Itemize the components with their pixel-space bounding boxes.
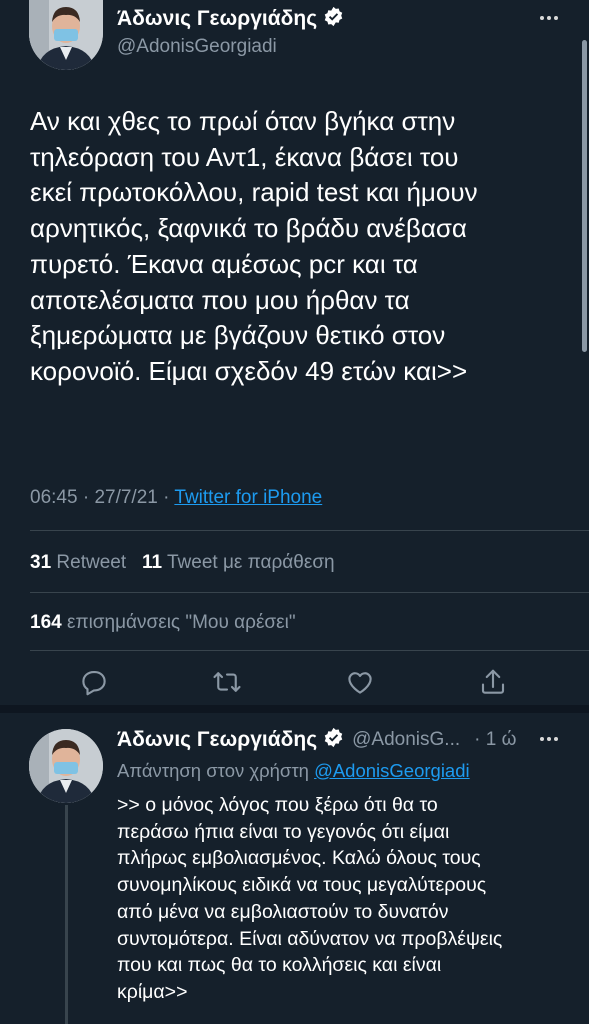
avatar[interactable] bbox=[29, 0, 103, 70]
reply-author-row: Άδωνις Γεωργιάδης @AdonisG... · 1 ώ bbox=[117, 727, 516, 753]
scrollbar[interactable] bbox=[582, 40, 587, 352]
retweet-count[interactable]: 31 bbox=[30, 552, 51, 573]
reply-icon[interactable] bbox=[79, 667, 109, 697]
divider bbox=[30, 530, 589, 531]
retweet-icon[interactable] bbox=[212, 667, 242, 697]
replying-to: Απάντηση στον χρήστη @AdonisGeorgiadi bbox=[117, 760, 470, 782]
reply-author-name[interactable]: Άδωνις Γεωργιάδης bbox=[117, 728, 317, 752]
verified-badge-icon bbox=[323, 727, 344, 753]
like-label[interactable]: επισημάνσεις "Μου αρέσει" bbox=[67, 612, 296, 633]
thread-line bbox=[65, 805, 68, 1024]
tweet-time: 06:45 bbox=[30, 487, 78, 508]
tweet-text: Αν και χθες το πρωί όταν βγήκα στην τηλε… bbox=[30, 106, 478, 386]
like-icon[interactable] bbox=[345, 667, 375, 697]
avatar[interactable] bbox=[29, 729, 103, 803]
like-count[interactable]: 164 bbox=[30, 612, 62, 633]
replying-to-handle[interactable]: @AdonisGeorgiadi bbox=[314, 760, 470, 781]
share-icon[interactable] bbox=[478, 667, 508, 697]
divider bbox=[30, 650, 589, 651]
meta-separator: · bbox=[82, 487, 90, 508]
author-handle[interactable]: @AdonisGeorgiadi bbox=[117, 36, 277, 58]
divider bbox=[30, 592, 589, 593]
quote-count[interactable]: 11 bbox=[142, 552, 162, 573]
tweet-meta: 06:45 · 27/7/21 · Twitter for iPhone bbox=[30, 487, 322, 509]
verified-badge-icon bbox=[323, 6, 344, 32]
author-name-row: Άδωνις Γεωργιάδης bbox=[117, 6, 344, 32]
quote-label[interactable]: Tweet με παράθεση bbox=[167, 552, 335, 573]
reply-time: · 1 ώ bbox=[474, 729, 517, 750]
section-divider bbox=[0, 705, 589, 713]
replying-to-label: Απάντηση στον χρήστη bbox=[117, 760, 309, 781]
more-icon[interactable] bbox=[540, 737, 558, 741]
meta-separator: · bbox=[163, 487, 170, 508]
tweet-date: 27/7/21 bbox=[94, 487, 158, 508]
reply-author-handle[interactable]: @AdonisG... bbox=[352, 729, 460, 751]
retweet-stats: 31 Retweet 11 Tweet με παράθεση bbox=[30, 552, 335, 574]
tweet-source-link[interactable]: Twitter for iPhone bbox=[174, 487, 322, 508]
more-icon[interactable] bbox=[540, 16, 558, 20]
author-name[interactable]: Άδωνις Γεωργιάδης bbox=[117, 7, 317, 31]
like-stats: 164 επισημάνσεις "Μου αρέσει" bbox=[30, 612, 296, 634]
tweet-actions bbox=[0, 667, 589, 697]
retweet-label[interactable]: Retweet bbox=[56, 552, 126, 573]
reply-tweet-text: >> ο μόνος λόγος που ξέρω ότι θα το περά… bbox=[117, 794, 503, 1003]
